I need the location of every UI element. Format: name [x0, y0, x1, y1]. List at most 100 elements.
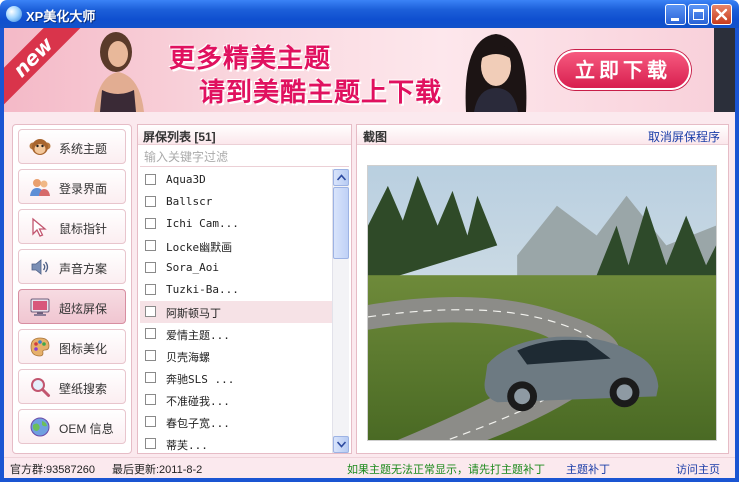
maximize-icon — [693, 9, 704, 20]
list-item-label: 爱情主题... — [166, 329, 230, 342]
filter-input[interactable] — [140, 147, 349, 167]
official-group-text: 官方群:93587260 — [10, 464, 95, 476]
preview-header: 截图 取消屏保程序 — [357, 125, 728, 145]
sidebar-item-screensaver[interactable]: 超炫屏保 — [18, 289, 126, 324]
list-item-label: 奔驰SLS ... — [166, 373, 235, 386]
list-item-label: 贝壳海螺 — [166, 351, 210, 364]
model-photo-left — [94, 32, 144, 112]
list-item-checkbox[interactable] — [145, 350, 156, 361]
list-item-checkbox[interactable] — [145, 218, 156, 229]
new-badge: new — [4, 28, 82, 106]
model-photo-right — [465, 34, 527, 112]
close-button[interactable] — [711, 4, 732, 25]
preview-title: 截图 — [363, 130, 388, 144]
list-item-checkbox[interactable] — [145, 262, 156, 273]
list-item-checkbox[interactable] — [145, 328, 156, 339]
sidebar-item-system-theme[interactable]: 系统主题 — [18, 129, 126, 164]
users-icon — [30, 179, 50, 196]
main-area: 系统主题 登录界面 鼠标指针 声音方案 超炫屏保 图标美化 壁纸搜索 OEM 信… — [4, 112, 735, 457]
promo-banner[interactable]: new 更多精美主题 请到美酷主题上下载 立即下载 — [4, 28, 735, 112]
preview-panel: 截图 取消屏保程序 — [356, 124, 729, 454]
list-item-checkbox[interactable] — [145, 174, 156, 185]
list-item-checkbox[interactable] — [145, 284, 156, 295]
list-item-label: Aqua3D — [166, 173, 206, 186]
list-item-checkbox[interactable] — [145, 306, 156, 317]
download-button[interactable]: 立即下载 — [555, 50, 691, 90]
sidebar-item-wallpaper-search[interactable]: 壁纸搜索 — [18, 369, 126, 404]
scroll-up-button[interactable] — [333, 169, 349, 186]
list-item[interactable]: Sora_Aoi — [140, 257, 332, 279]
screensaver-list-panel: 屏保列表 [51] Aqua3D Ballscr Ichi Cam... Locke幽… — [137, 124, 352, 454]
banner-headline: 更多精美主题 — [169, 44, 332, 74]
maximize-button[interactable] — [688, 4, 709, 25]
monkey-face-icon — [29, 139, 51, 155]
list-header: 屏保列表 [51] — [138, 125, 351, 145]
window-frame-left — [0, 28, 4, 482]
list-item[interactable]: Locke幽默画 — [140, 235, 332, 257]
minimize-icon — [671, 18, 679, 21]
list-item[interactable]: Tuzki-Ba... — [140, 279, 332, 301]
list-item-checkbox[interactable] — [145, 438, 156, 449]
list-header-title: 屏保列表 [51] — [143, 130, 216, 144]
sidebar-item-label: 登录界面 — [59, 182, 108, 196]
window-title: XP美化大师 — [26, 9, 96, 24]
patch-tip-text: 如果主题无法正常显示，请先打主题补丁 — [347, 464, 545, 476]
banner-side-strip — [714, 28, 735, 112]
list-scrollbar[interactable] — [332, 169, 349, 453]
list-item-checkbox[interactable] — [145, 240, 156, 251]
visit-homepage-link[interactable]: 访问主页 — [676, 461, 720, 477]
sidebar-item-sound-scheme[interactable]: 声音方案 — [18, 249, 126, 284]
close-icon — [715, 8, 728, 21]
list-item[interactable]: 贝壳海螺 — [140, 345, 332, 367]
app-icon — [6, 6, 22, 22]
sidebar-item-label: 系统主题 — [59, 142, 108, 156]
sidebar-item-icon-beautify[interactable]: 图标美化 — [18, 329, 126, 364]
magnifier-icon — [31, 378, 50, 397]
sidebar-item-label: 图标美化 — [59, 342, 108, 356]
list-item[interactable]: Ichi Cam... — [140, 213, 332, 235]
list-item[interactable]: Ballscr — [140, 191, 332, 213]
list-item[interactable]: 爱情主题... — [140, 323, 332, 345]
theme-patch-link[interactable]: 主题补丁 — [566, 461, 610, 477]
sidebar-item-label: 壁纸搜索 — [59, 382, 108, 396]
list-item[interactable]: 蒂芙... — [140, 433, 332, 453]
window-frame-bottom — [0, 478, 739, 482]
list-item[interactable]: Aqua3D — [140, 169, 332, 191]
cursor-icon — [32, 217, 47, 237]
list-item-label: Sora_Aoi — [166, 261, 219, 274]
list-item-label: 蒂芙... — [166, 439, 208, 452]
list-item-label: 不准碰我... — [166, 395, 230, 408]
globe-icon — [30, 417, 50, 437]
sidebar-item-oem-info[interactable]: OEM 信息 — [18, 409, 126, 444]
list-item[interactable]: 春包子宽... — [140, 411, 332, 433]
monitor-icon — [30, 298, 50, 316]
palette-icon — [30, 337, 50, 357]
last-update-text: 最后更新:2011-8-2 — [112, 464, 203, 476]
sidebar-item-login-screen[interactable]: 登录界面 — [18, 169, 126, 204]
list-item-checkbox[interactable] — [145, 372, 156, 383]
cancel-screensaver-link[interactable]: 取消屏保程序 — [648, 128, 720, 145]
list-item[interactable]: 不准碰我... — [140, 389, 332, 411]
list-item-checkbox[interactable] — [145, 394, 156, 405]
banner-subheadline: 请到美酷主题上下载 — [199, 78, 443, 108]
list-item-label: Ichi Cam... — [166, 217, 239, 230]
list-item-label: Tuzki-Ba... — [166, 283, 239, 296]
list-item-checkbox[interactable] — [145, 196, 156, 207]
sidebar: 系统主题 登录界面 鼠标指针 声音方案 超炫屏保 图标美化 壁纸搜索 OEM 信… — [12, 124, 132, 454]
title-bar: XP美化大师 — [0, 0, 739, 28]
scroll-thumb[interactable] — [333, 187, 349, 259]
sidebar-item-mouse-pointer[interactable]: 鼠标指针 — [18, 209, 126, 244]
list-item-label: Ballscr — [166, 195, 213, 208]
screensaver-screenshot — [367, 165, 717, 441]
list-item-checkbox[interactable] — [145, 416, 156, 427]
list-item[interactable]: 奔驰SLS ... — [140, 367, 332, 389]
chevron-up-icon — [337, 174, 346, 181]
list-item[interactable]: 阿斯顿马丁 — [140, 301, 332, 323]
sidebar-item-label: 鼠标指针 — [59, 222, 108, 236]
sidebar-item-label: OEM 信息 — [59, 422, 114, 436]
list-item-label: 春包子宽... — [166, 417, 230, 430]
sidebar-item-label: 声音方案 — [59, 262, 108, 276]
minimize-button[interactable] — [665, 4, 686, 25]
scroll-down-button[interactable] — [333, 436, 349, 453]
chevron-down-icon — [337, 441, 346, 448]
